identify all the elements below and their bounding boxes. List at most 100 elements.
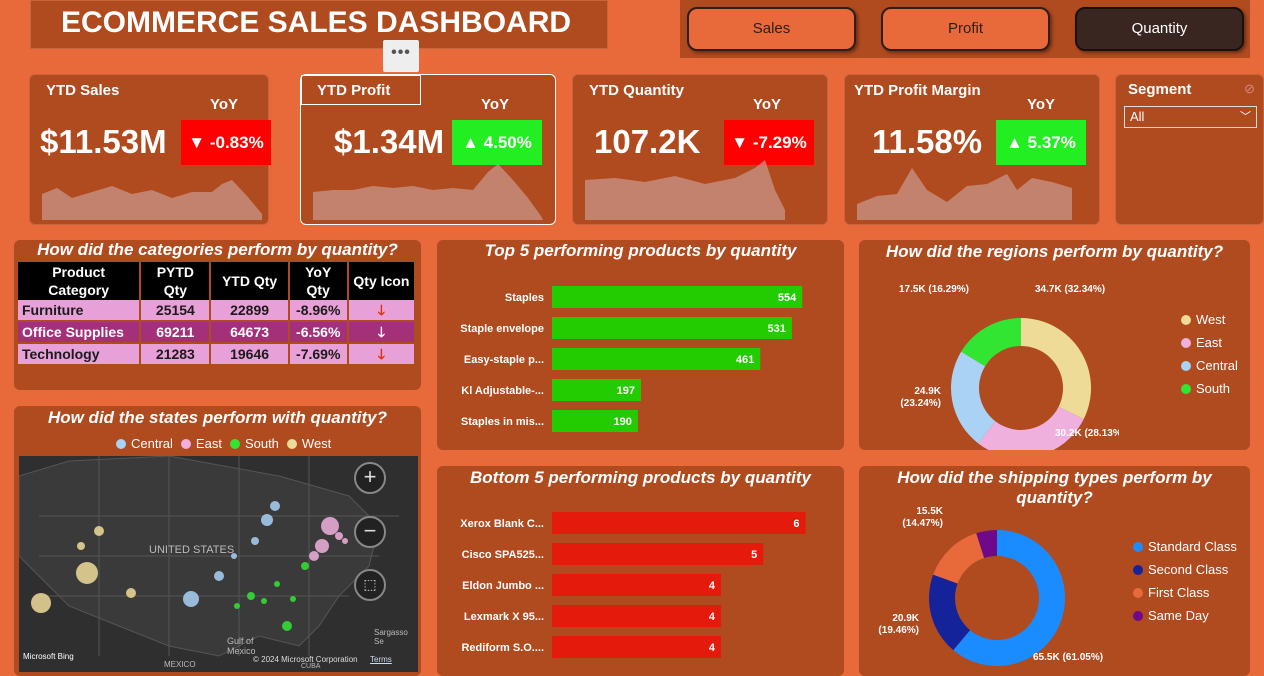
legend-label: First Class <box>1148 585 1210 600</box>
donut-data-label: 20.9K (19.46%) <box>878 613 919 636</box>
dashboard-title: ECOMMERCE SALES DASHBOARD <box>61 6 572 39</box>
kpi-card-ytd-profit-margin[interactable]: YTD Profit Margin YoY 11.58% ▲ 5.37% <box>844 74 1100 225</box>
shipping-legend: Standard Class Second Class First Class Sam… <box>1133 539 1237 631</box>
map-copyright: © 2024 Microsoft Corporation <box>253 655 358 664</box>
bar <box>552 636 722 658</box>
header-ytd-qty[interactable]: YTD Qty <box>210 262 290 300</box>
kpi-card-ytd-sales[interactable]: YTD Sales YoY $11.53M ▼ -0.83% <box>29 74 271 225</box>
kpi-change-badge: ▼ -0.83% <box>181 120 271 165</box>
kpi-sparkline <box>313 164 543 220</box>
legend-item[interactable]: West <box>286 436 331 451</box>
zoom-out-button[interactable]: − <box>354 516 386 548</box>
bar-category-label: Staples in mis... <box>461 416 544 428</box>
kpi-sparkline <box>857 168 1072 220</box>
down-arrow-icon: 🡓 <box>347 321 417 344</box>
nav-bar: Sales Profit Quantity <box>680 0 1250 58</box>
down-arrow-icon: 🡓 <box>347 343 417 366</box>
legend-swatch <box>1133 587 1143 598</box>
bar <box>552 574 722 596</box>
kpi-value: 107.2K <box>594 123 701 160</box>
top5-panel: Top 5 performing products by quantity St… <box>437 240 844 450</box>
bar <box>552 286 803 308</box>
table-row[interactable]: Furniture 25154 22899 -8.96% 🡓 <box>18 300 417 322</box>
legend-item[interactable]: Same Day <box>1133 608 1237 623</box>
category-cell: Furniture <box>18 300 142 322</box>
bar-category-label: Cisco SPA525... <box>462 549 544 561</box>
donut-data-label: 65.5K (61.05%) <box>1033 652 1103 663</box>
quantity-nav-button[interactable]: Quantity <box>1075 7 1244 51</box>
sales-nav-button[interactable]: Sales <box>687 7 856 51</box>
states-map-panel: How did the states perform with quantity… <box>14 406 421 676</box>
donut-data-label: 30.2K (28.13%) <box>1055 428 1119 439</box>
profit-nav-button[interactable]: Profit <box>881 7 1050 51</box>
map-terms-link[interactable]: Terms <box>370 655 392 664</box>
kpi-change-badge: ▼ -7.29% <box>724 120 814 165</box>
category-cell: Office Supplies <box>18 321 142 344</box>
kpi-card-ytd-profit[interactable]: YTD Profit YoY $1.34M ▲ 4.50% <box>300 74 556 225</box>
header-yoy-qty[interactable]: YoY Qty <box>288 262 349 300</box>
donut-data-label: 24.9K (23.24%) <box>900 386 941 409</box>
bar-value-label: 197 <box>617 385 635 397</box>
legend-item[interactable]: Central <box>1181 358 1238 373</box>
legend-item[interactable]: Second Class <box>1133 562 1237 577</box>
kpi-value: $11.53M <box>40 123 167 160</box>
legend-item[interactable]: Central <box>116 436 173 451</box>
legend-item[interactable]: South <box>229 436 279 451</box>
zoom-in-button[interactable]: + <box>354 462 386 494</box>
donut-data-label: 15.5K (14.47%) <box>902 506 943 529</box>
kpi-value: 11.58% <box>872 123 983 160</box>
yoy-cell: -8.96% <box>288 300 349 322</box>
bar-category-label: Rediform S.O.... <box>461 642 544 654</box>
legend-label: East <box>1196 335 1223 350</box>
bar-value-label: 5 <box>751 549 757 561</box>
segment-dropdown[interactable]: All ﹀ <box>1124 106 1257 128</box>
donut-slice <box>1021 318 1091 420</box>
pytd-cell: 21283 <box>140 343 212 366</box>
legend-label: Same Day <box>1148 608 1209 623</box>
legend-item[interactable]: First Class <box>1133 585 1237 600</box>
header-product-category[interactable]: Product Category <box>18 262 142 300</box>
legend-item[interactable]: East <box>1181 335 1238 350</box>
kpi-card-ytd-quantity[interactable]: YTD Quantity YoY 107.2K ▼ -7.29% <box>572 74 828 225</box>
header-qty-icon[interactable]: Qty Icon <box>347 262 417 300</box>
kpi-sparkline <box>42 180 262 220</box>
yoy-cell: -6.56% <box>288 321 349 344</box>
bottom5-title: Bottom 5 performing products by quantity <box>470 468 811 487</box>
ytd-cell: 22899 <box>210 300 290 322</box>
bar <box>552 605 722 627</box>
segment-slicer: Segment ⊘ All ﹀ <box>1115 74 1264 225</box>
more-options-button[interactable]: ••• <box>383 40 419 72</box>
bar-category-label: Xerox Blank C... <box>460 518 544 530</box>
select-area-button[interactable]: ⬚ <box>354 569 386 601</box>
clear-filter-icon[interactable]: ⊘ <box>1244 81 1255 97</box>
shipping-donut-chart: 65.5K (61.05%) 20.9K (19.46%) 15.5K (14.47%) <box>878 506 1103 666</box>
bar-category-label: Staple envelope <box>460 323 544 335</box>
bar-category-label: Easy-staple p... <box>464 354 544 366</box>
legend-swatch <box>1181 314 1191 325</box>
legend-item[interactable]: South <box>1181 381 1238 396</box>
pytd-cell: 25154 <box>140 300 212 322</box>
categories-title: How did the categories perform by quanti… <box>37 240 398 259</box>
table-row[interactable]: Technology 21283 19646 -7.69% 🡓 <box>18 343 417 366</box>
kpi-yoy-label: YoY <box>753 96 782 113</box>
legend-item[interactable]: Standard Class <box>1133 539 1237 554</box>
donut-slice <box>951 351 996 444</box>
legend-label: Second Class <box>1148 562 1229 577</box>
regions-title: How did the regions perform by quantity? <box>885 242 1224 261</box>
header-pytd-qty[interactable]: PYTD Qty <box>140 262 212 300</box>
map-label-gulf: Gulf of Mexico <box>227 636 256 656</box>
kpi-value: $1.34M <box>334 123 445 160</box>
legend-swatch <box>1181 337 1191 348</box>
table-row[interactable]: Office Supplies 69211 64673 -6.56% 🡓 <box>18 321 417 344</box>
donut-data-label: 34.7K (32.34%) <box>1035 284 1105 295</box>
legend-label: Central <box>1196 358 1238 373</box>
kpi-sparkline <box>585 160 785 220</box>
down-arrow-icon: 🡓 <box>347 300 417 322</box>
legend-item[interactable]: East <box>180 436 222 451</box>
bar <box>552 512 806 534</box>
states-map[interactable]: UNITED STATES Gulf of Mexico MEXICO CUBA… <box>19 456 418 672</box>
map-label-sargasso: Sargasso Se <box>374 628 408 646</box>
legend-swatch <box>1181 383 1191 394</box>
legend-item[interactable]: West <box>1181 312 1238 327</box>
kpi-yoy-label: YoY <box>1027 96 1056 113</box>
